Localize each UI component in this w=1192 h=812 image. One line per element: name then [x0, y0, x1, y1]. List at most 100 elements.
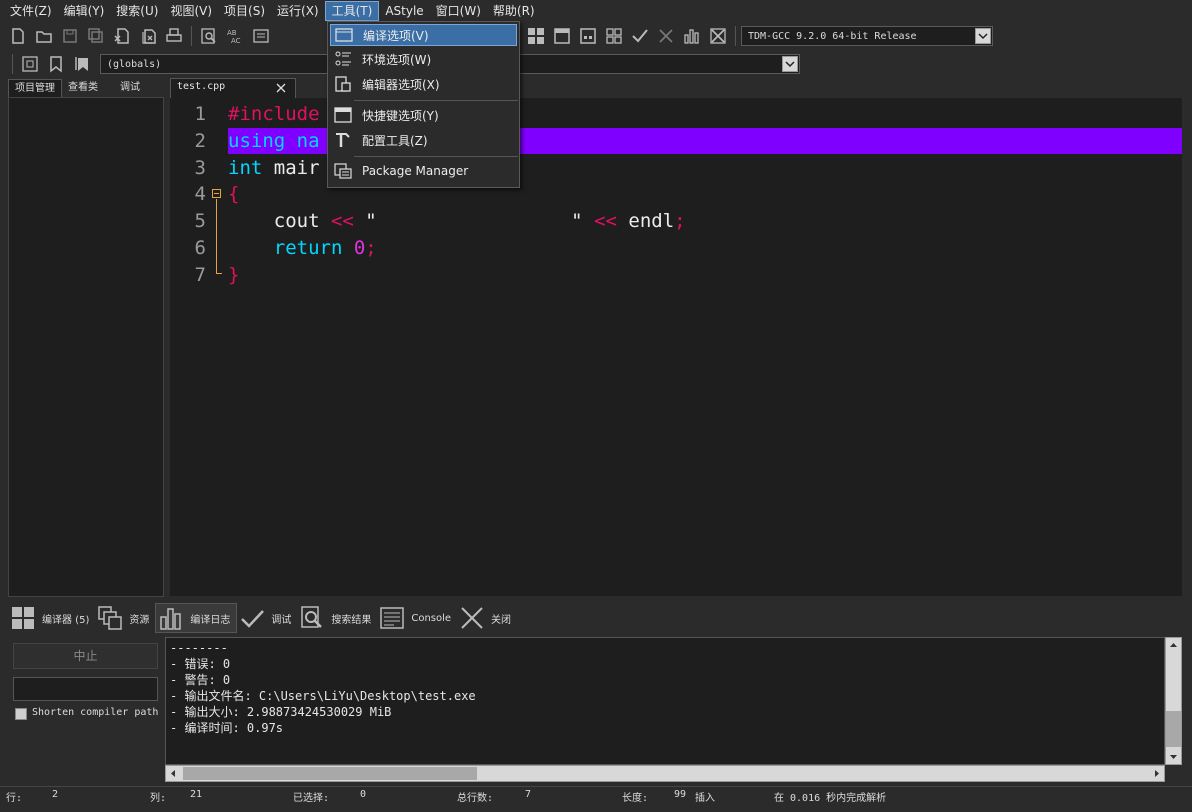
- compile-log-output[interactable]: -------- - 错误: 0 - 警告: 0 - 输出文件名: C:\Use…: [165, 637, 1165, 765]
- project-tree[interactable]: [8, 97, 164, 597]
- compiler-select[interactable]: TDM-GCC 9.2.0 64-bit Release: [741, 26, 993, 46]
- tab-label: 调试: [271, 614, 292, 626]
- menu-view[interactable]: 视图(V): [164, 1, 218, 21]
- goto-bookmark-button[interactable]: [70, 53, 94, 75]
- bookmarks-icon: [75, 57, 88, 71]
- keyword: int: [228, 157, 263, 179]
- tab-compile-log[interactable]: 编译日志: [155, 603, 238, 633]
- window-icon: [554, 28, 570, 44]
- code-editor[interactable]: [170, 98, 1182, 596]
- code-line-7: }: [228, 264, 240, 286]
- menu-item-editor-options[interactable]: 编辑器选项(X): [330, 73, 517, 95]
- menu-item-label: 环境选项(W): [362, 52, 432, 67]
- chart-icon: [160, 608, 182, 630]
- layout-grid-button[interactable]: [524, 25, 548, 47]
- tiles-button[interactable]: [602, 25, 626, 47]
- scope-select-value: (globals): [107, 58, 162, 70]
- abort-button[interactable]: 中止: [13, 643, 158, 669]
- menu-edit[interactable]: 编辑(Y): [58, 1, 111, 21]
- selection-label: 已选择:: [293, 793, 330, 804]
- delete-profile-button[interactable]: [706, 25, 730, 47]
- tab-console[interactable]: Console: [377, 603, 458, 633]
- menubar: 文件(Z) 编辑(Y) 搜索(U) 视图(V) 项目(S) 运行(X) 工具(T…: [0, 0, 1192, 22]
- tab-debug[interactable]: 调试: [104, 79, 146, 97]
- tab-close-panel[interactable]: 关闭: [457, 603, 518, 633]
- menu-item-label: Package Manager: [362, 164, 469, 178]
- menu-search[interactable]: 搜索(U): [110, 1, 164, 21]
- window-button[interactable]: [550, 25, 574, 47]
- menu-run[interactable]: 运行(X): [271, 1, 325, 21]
- log-line: - 编译时间: 0.97s: [170, 721, 284, 735]
- menu-window[interactable]: 窗口(W): [430, 1, 487, 21]
- svg-text:AB: AB: [227, 29, 237, 37]
- tab-search-results[interactable]: 搜索结果: [297, 603, 378, 633]
- menu-file[interactable]: 文件(Z): [4, 1, 58, 21]
- calculator-button[interactable]: [576, 25, 600, 47]
- menu-item-compiler-options[interactable]: 编译选项(V): [330, 24, 517, 46]
- menu-separator: [354, 156, 518, 157]
- check-syntax-button[interactable]: [628, 25, 652, 47]
- menu-astyle[interactable]: AStyle: [379, 1, 429, 21]
- save-all-button[interactable]: [84, 25, 108, 47]
- identifier: endl: [616, 210, 675, 232]
- fold-end: [216, 273, 222, 274]
- menu-tools[interactable]: 工具(T): [324, 1, 380, 21]
- menu-item-configure-tools[interactable]: 配置工具(Z): [330, 129, 517, 151]
- semicolon: ;: [365, 237, 377, 259]
- col-value: 21: [190, 789, 203, 800]
- calculator-icon: [580, 28, 596, 44]
- tab-resources[interactable]: 资源: [95, 603, 156, 633]
- tab-classes[interactable]: 查看类: [62, 79, 104, 97]
- new-file-button[interactable]: [6, 25, 30, 47]
- package-manager-icon: [332, 161, 354, 181]
- bookmark-button[interactable]: [44, 53, 68, 75]
- goto-button[interactable]: [249, 25, 273, 47]
- compiler-select-value: TDM-GCC 9.2.0 64-bit Release: [748, 30, 917, 42]
- line-number: 6: [194, 237, 206, 259]
- fold-line: [216, 199, 217, 273]
- tab-test-cpp[interactable]: test.cpp: [170, 78, 296, 98]
- menu-item-environment-options[interactable]: 环境选项(W): [330, 48, 517, 70]
- replace-button[interactable]: AB AC: [223, 25, 247, 47]
- tab-label: 编译器 (5): [42, 614, 90, 626]
- shorten-path-label: Shorten compiler path: [32, 707, 159, 718]
- identifier: cout: [228, 210, 331, 232]
- tab-project[interactable]: 项目管理: [8, 79, 62, 97]
- line-number: 7: [194, 264, 206, 286]
- svg-text:AC: AC: [231, 37, 241, 45]
- close-file-button[interactable]: [110, 25, 134, 47]
- tab-label: Console: [411, 612, 452, 624]
- shorten-path-checkbox[interactable]: [15, 708, 27, 720]
- stop-button[interactable]: [654, 25, 678, 47]
- save-button[interactable]: [58, 25, 82, 47]
- open-file-button[interactable]: [32, 25, 56, 47]
- vertical-scroll-thumb[interactable]: [1166, 711, 1181, 747]
- scroll-up-icon[interactable]: [1166, 638, 1181, 653]
- fold-toggle[interactable]: [212, 189, 221, 198]
- menu-item-shortcut-options[interactable]: 快捷键选项(Y): [330, 104, 517, 126]
- find-button[interactable]: [197, 25, 221, 47]
- toolbar-separator: [191, 26, 192, 46]
- compiler-path-field[interactable]: [13, 677, 158, 701]
- editor-tabs: test.cpp: [170, 78, 1182, 98]
- col-label: 列:: [150, 793, 167, 804]
- line-number: 1: [194, 103, 206, 125]
- row-label: 行:: [6, 793, 23, 804]
- resources-icon: [98, 606, 123, 630]
- save-all-icon: [88, 28, 103, 43]
- tab-debug-output[interactable]: 调试: [237, 603, 298, 633]
- menu-item-package-manager[interactable]: Package Manager: [330, 160, 517, 182]
- horizontal-scroll-thumb[interactable]: [183, 767, 477, 780]
- menu-project[interactable]: 项目(S): [218, 1, 271, 21]
- profile-button[interactable]: [680, 25, 704, 47]
- menu-help[interactable]: 帮助(R): [487, 1, 541, 21]
- print-button[interactable]: [162, 25, 186, 47]
- tab-compiler[interactable]: 编译器 (5): [8, 603, 96, 633]
- close-tab-icon[interactable]: [275, 82, 287, 94]
- parse-status: 在 0.016 秒内完成解析: [774, 793, 887, 804]
- scroll-left-icon[interactable]: [166, 766, 181, 781]
- scroll-down-icon[interactable]: [1166, 749, 1181, 764]
- scroll-right-icon[interactable]: [1149, 766, 1164, 781]
- close-all-button[interactable]: [136, 25, 160, 47]
- insert-button[interactable]: [18, 53, 42, 75]
